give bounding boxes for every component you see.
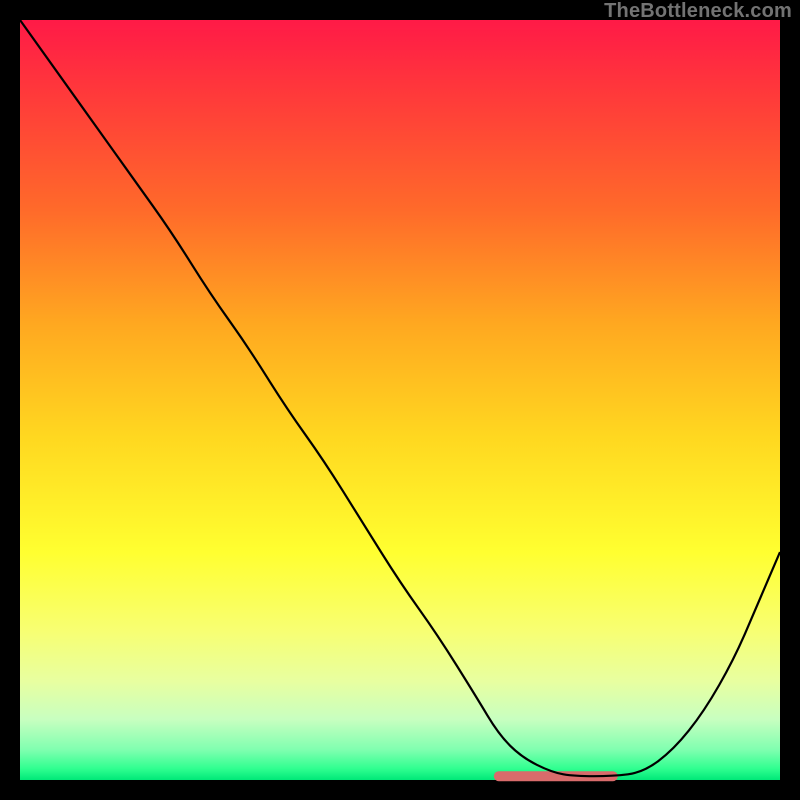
plot-area — [20, 20, 780, 780]
chart-container: TheBottleneck.com — [0, 0, 800, 800]
chart-svg — [20, 20, 780, 780]
bottleneck-curve — [20, 20, 780, 776]
